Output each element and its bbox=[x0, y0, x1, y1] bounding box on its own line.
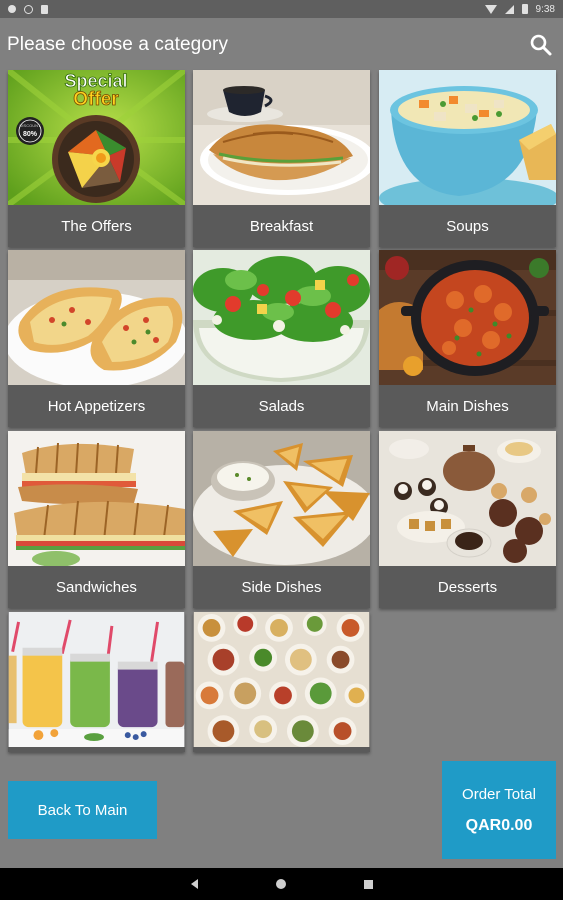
status-bar: 9:38 bbox=[0, 0, 563, 18]
buffet-spread-image bbox=[193, 612, 370, 748]
sd-card-icon bbox=[41, 4, 48, 14]
category-label: The Offers bbox=[61, 217, 132, 235]
gear-icon bbox=[8, 5, 16, 13]
svg-text:Special: Special bbox=[64, 71, 127, 91]
svg-text:DISCOUNT: DISCOUNT bbox=[20, 123, 41, 128]
status-time: 9:38 bbox=[535, 3, 555, 15]
category-tile-soups[interactable]: Soups bbox=[379, 70, 556, 247]
panini-image bbox=[8, 431, 185, 566]
category-tile-desserts[interactable]: Desserts bbox=[379, 431, 556, 608]
category-tile-salads[interactable]: Salads bbox=[193, 250, 370, 427]
back-icon[interactable] bbox=[190, 879, 198, 889]
page-title: Please choose a category bbox=[7, 34, 229, 55]
search-icon bbox=[530, 34, 552, 56]
category-tile-breakfast[interactable]: Breakfast bbox=[193, 70, 370, 247]
status-right: 9:38 bbox=[484, 3, 555, 15]
category-label: Desserts bbox=[437, 578, 498, 596]
category-label: Soups bbox=[446, 217, 489, 235]
circle-icon bbox=[24, 4, 33, 14]
battery-icon bbox=[521, 4, 528, 14]
category-label: Sandwiches bbox=[56, 578, 137, 596]
recents-icon[interactable] bbox=[363, 879, 373, 889]
category-tile-side-dishes[interactable]: Side Dishes bbox=[193, 431, 370, 608]
svg-text:Offer: Offer bbox=[73, 89, 119, 110]
category-tile-smoothies[interactable] bbox=[8, 612, 185, 752]
category-label: Breakfast bbox=[249, 217, 314, 235]
croissant-coffee-image bbox=[193, 70, 370, 205]
salad-bowl-image bbox=[193, 250, 370, 385]
category-label: Side Dishes bbox=[241, 578, 322, 596]
category-tile-main-dishes[interactable]: Main Dishes bbox=[379, 250, 556, 427]
category-label: Main Dishes bbox=[426, 397, 509, 415]
order-total-label: Order Total bbox=[462, 785, 536, 803]
curry-pot-image bbox=[379, 250, 556, 385]
order-total-value: QAR0.00 bbox=[465, 816, 533, 834]
category-label: Hot Appetizers bbox=[47, 397, 146, 415]
stuffed-bread-image bbox=[8, 250, 185, 385]
potato-wedges-image bbox=[193, 431, 370, 566]
smoothie-jars-image bbox=[8, 612, 185, 748]
status-left bbox=[8, 4, 48, 14]
category-tile-offers[interactable]: Special Offer DISCOUNT 80% The Offers bbox=[8, 70, 185, 247]
order-total-panel[interactable]: Order Total QAR0.00 bbox=[442, 761, 556, 859]
header: Please choose a category bbox=[0, 26, 563, 64]
home-icon[interactable] bbox=[275, 879, 286, 889]
special-offer-image: Special Offer DISCOUNT 80% bbox=[8, 70, 185, 205]
navigation-bar bbox=[0, 868, 563, 900]
category-tile-sandwiches[interactable]: Sandwiches bbox=[8, 431, 185, 608]
search-button[interactable] bbox=[528, 32, 554, 58]
wifi-icon bbox=[484, 4, 497, 14]
category-tile-buffet[interactable] bbox=[193, 612, 370, 752]
category-tile-hot-appetizers[interactable]: Hot Appetizers bbox=[8, 250, 185, 427]
svg-text:80%: 80% bbox=[23, 131, 38, 138]
soup-bowl-image bbox=[379, 70, 556, 205]
dessert-table-image bbox=[379, 431, 556, 566]
signal-icon bbox=[504, 4, 514, 14]
back-to-main-button[interactable]: Back To Main bbox=[8, 781, 157, 839]
category-label: Salads bbox=[258, 397, 305, 415]
